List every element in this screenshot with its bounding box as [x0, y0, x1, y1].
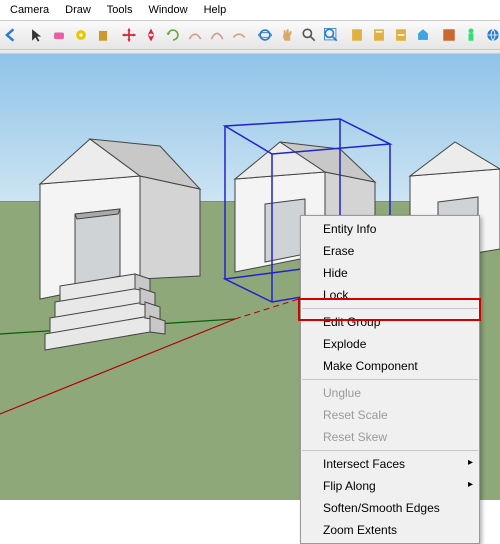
- doc3-icon[interactable]: [392, 24, 410, 46]
- select-icon[interactable]: [28, 24, 46, 46]
- menu-separator: [302, 308, 478, 309]
- context-item-make-component[interactable]: Make Component: [301, 355, 479, 377]
- component-icon[interactable]: [414, 24, 432, 46]
- context-item-lock[interactable]: Lock: [301, 284, 479, 306]
- pan-icon[interactable]: [278, 24, 296, 46]
- context-item-flip-along[interactable]: Flip Along: [301, 475, 479, 497]
- globe-icon[interactable]: [484, 24, 500, 46]
- doc1-icon[interactable]: [348, 24, 366, 46]
- context-item-reset-skew: Reset Skew: [301, 426, 479, 448]
- context-item-zoom-extents[interactable]: Zoom Extents: [301, 519, 479, 541]
- context-item-reset-scale: Reset Scale: [301, 404, 479, 426]
- menu-item-tools[interactable]: Tools: [99, 2, 141, 18]
- doc2-icon[interactable]: [370, 24, 388, 46]
- menu-item-draw[interactable]: Draw: [57, 2, 99, 18]
- nav-icon[interactable]: [142, 24, 160, 46]
- menu-separator: [302, 450, 478, 451]
- zoom-extents-icon[interactable]: [322, 24, 340, 46]
- context-item-edit-group[interactable]: Edit Group: [301, 311, 479, 333]
- house-1: [40, 139, 200, 350]
- orbit-icon[interactable]: [256, 24, 274, 46]
- context-item-entity-info[interactable]: Entity Info: [301, 218, 479, 240]
- paint-icon[interactable]: [94, 24, 112, 46]
- figure-icon[interactable]: [462, 24, 480, 46]
- menu-separator: [302, 379, 478, 380]
- texture-icon[interactable]: [440, 24, 458, 46]
- rotate-icon[interactable]: [164, 24, 182, 46]
- tape-icon[interactable]: [72, 24, 90, 46]
- back-arrow-icon[interactable]: [2, 24, 20, 46]
- arc2-icon[interactable]: [208, 24, 226, 46]
- context-item-unglue: Unglue: [301, 382, 479, 404]
- context-item-soften-smooth-edges[interactable]: Soften/Smooth Edges: [301, 497, 479, 519]
- context-item-explode[interactable]: Explode: [301, 333, 479, 355]
- arc3-icon[interactable]: [230, 24, 248, 46]
- zoom-icon[interactable]: [300, 24, 318, 46]
- menu-item-camera[interactable]: Camera: [2, 2, 57, 18]
- arc1-icon[interactable]: [186, 24, 204, 46]
- toolbar: [0, 20, 500, 50]
- context-item-hide[interactable]: Hide: [301, 262, 479, 284]
- context-menu[interactable]: Entity InfoEraseHideLock Edit GroupExplod…: [300, 215, 480, 544]
- menu-item-help[interactable]: Help: [196, 2, 235, 18]
- menu-item-window[interactable]: Window: [140, 2, 195, 18]
- context-item-erase[interactable]: Erase: [301, 240, 479, 262]
- context-item-intersect-faces[interactable]: Intersect Faces: [301, 453, 479, 475]
- move-icon[interactable]: [120, 24, 138, 46]
- menu-bar: CameraDrawToolsWindowHelp: [0, 0, 500, 20]
- eraser-icon[interactable]: [50, 24, 68, 46]
